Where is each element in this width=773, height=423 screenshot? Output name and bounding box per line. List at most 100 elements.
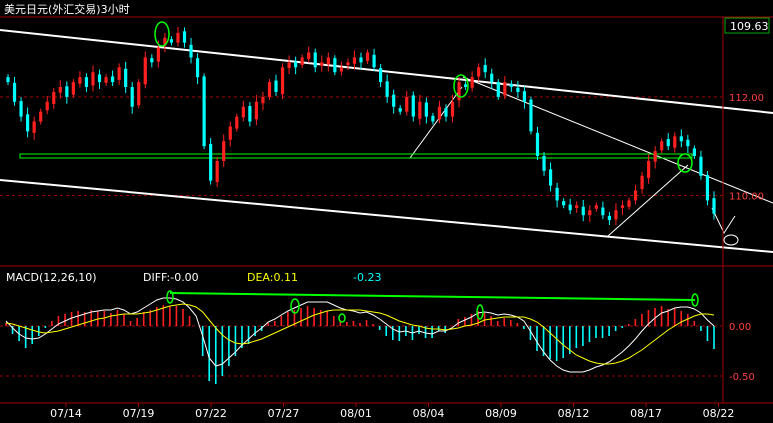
candle-body [372, 54, 376, 68]
upper-channel-line [0, 29, 773, 114]
candle-body [692, 148, 696, 157]
candle-body [712, 198, 716, 214]
candle-body [235, 116, 239, 129]
candle-body [287, 62, 291, 69]
candle-body [169, 39, 174, 43]
candle-body [6, 77, 10, 83]
candle-body [705, 174, 710, 201]
candle-body [424, 102, 428, 117]
candle-body [633, 190, 638, 201]
macd-tick-label: 0.00 [729, 322, 751, 333]
candle-body [339, 67, 343, 72]
candle-body [405, 96, 409, 112]
candle-body [699, 156, 703, 176]
price-tick-label: 112.00 [729, 93, 764, 104]
candle-body [679, 136, 683, 142]
candle-body [542, 156, 546, 171]
price-chart[interactable]: 07/14 07/19 07/22 07/27 08/01 08/04 08/09 08/12… [0, 0, 773, 423]
candle-body [261, 96, 265, 104]
candle-body [437, 106, 442, 120]
candle-body [91, 72, 95, 86]
candle-body [352, 57, 357, 64]
candle-body [150, 58, 154, 63]
candle-body [516, 87, 520, 92]
candle-body [575, 205, 579, 209]
candle-body [156, 47, 160, 62]
macd-diff: DIFF:-0.00 [143, 271, 199, 284]
candle-body [274, 80, 278, 92]
candle-body [686, 139, 690, 147]
candle-body [444, 108, 448, 117]
candle-body [241, 106, 245, 118]
price-badge: 109.63 [730, 20, 769, 33]
candle-body [202, 76, 206, 147]
candle-body [326, 57, 330, 65]
candle-body [666, 139, 670, 147]
dif-line [5, 297, 715, 373]
candle-body [607, 215, 612, 221]
projection-ellipse [723, 234, 739, 246]
candle-body [189, 44, 193, 58]
x-tick-label: 08/09 [485, 407, 517, 420]
x-tick-label: 08/17 [630, 407, 662, 420]
x-tick-label: 07/19 [123, 407, 155, 420]
macd-peak-line [169, 292, 696, 301]
macd-lines [5, 290, 715, 373]
x-tick-label: 07/14 [50, 407, 82, 420]
candle-body [470, 77, 474, 88]
candle-body [614, 210, 618, 220]
candle-body [535, 132, 540, 157]
candle-body [228, 126, 232, 140]
candle-body [137, 82, 141, 106]
candle-body [450, 101, 455, 117]
candle-body [32, 121, 36, 133]
candle-body [392, 94, 396, 107]
candle-body [280, 67, 285, 95]
candle-body [653, 151, 657, 162]
candle-body [359, 57, 363, 63]
macd-histogram [5, 305, 715, 384]
candle-body [463, 84, 468, 88]
candle-body [411, 95, 415, 117]
candle-body [209, 143, 213, 181]
axes [0, 16, 773, 404]
macd-tick-label: -0.50 [729, 372, 755, 383]
candle-body [562, 201, 566, 206]
candle-body [182, 31, 187, 43]
y-axis-ticks: 112.00 110.00 0.00 -0.50 [729, 93, 764, 383]
candle-body [97, 74, 102, 83]
candle-body [503, 82, 507, 96]
candle-body [431, 115, 435, 122]
candle-body [496, 82, 500, 97]
x-axis-ticks: 07/14 07/19 07/22 07/27 08/01 08/04 08/09 08/12… [50, 403, 734, 420]
candle-body [300, 57, 304, 66]
candle-body [522, 91, 527, 102]
candle-body [294, 61, 298, 68]
candle-body [215, 160, 219, 183]
candle-body [254, 101, 259, 120]
candle-body [483, 65, 487, 73]
candle-body [84, 77, 89, 88]
x-tick-label: 08/12 [558, 407, 590, 420]
candle-body [143, 57, 147, 85]
x-tick-label: 08/04 [413, 407, 445, 420]
lower-channel-line [0, 179, 773, 253]
candle-body [647, 160, 651, 178]
candle-body [620, 205, 625, 209]
candle-body [588, 210, 592, 216]
candle-body [320, 62, 324, 66]
macd-label: MACD(12,26,10) [6, 271, 97, 284]
x-tick-label: 07/22 [195, 407, 227, 420]
macd-value: -0.23 [353, 271, 381, 284]
candle-body [19, 101, 23, 117]
candle-body [346, 62, 350, 66]
candle-body [65, 86, 69, 97]
candle-body [58, 87, 62, 93]
candle-body [313, 52, 317, 68]
candle-body [581, 206, 585, 216]
candle-body [568, 204, 572, 211]
candle-body [130, 87, 134, 107]
candle-body [78, 77, 82, 84]
trendlines [0, 29, 773, 253]
candle-body [477, 67, 481, 77]
